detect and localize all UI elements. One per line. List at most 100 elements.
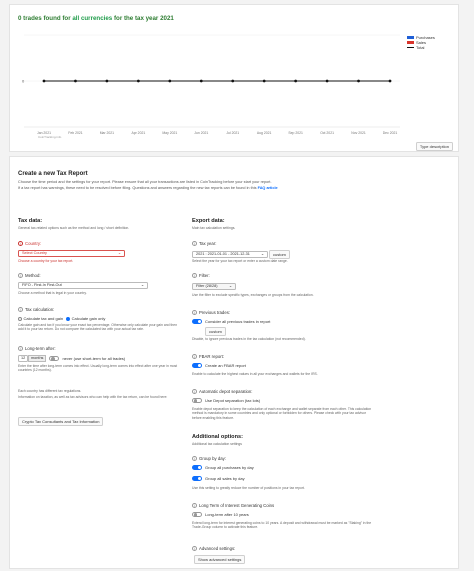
info-icon[interactable]: i	[18, 307, 23, 313]
fbar-toggle[interactable]	[192, 363, 202, 368]
faq-link[interactable]: FAQ article	[258, 186, 278, 190]
tax-calc-label: i Tax calculation:	[18, 307, 54, 313]
x-tick-label: Jul 2021	[226, 131, 239, 135]
depot-separation-toggle[interactable]	[192, 398, 202, 404]
info-icon[interactable]: i	[192, 273, 197, 279]
chart-legend[interactable]: Purchases Sales Total	[407, 35, 435, 50]
form-intro-1: Choose the time period and the settings …	[18, 180, 272, 184]
form-title: Create a new Tax Report	[18, 171, 88, 177]
additional-options-heading: Additional options:	[192, 434, 243, 440]
group-sales-toggle[interactable]	[192, 476, 202, 481]
chart-watermark: CoinTracking.info	[38, 135, 62, 139]
tax-data-heading: Tax data:	[18, 218, 43, 224]
info-icon[interactable]: i	[18, 273, 23, 279]
export-data-heading: Export data:	[192, 218, 225, 224]
depot-separation-help: Enable depot separation to keep the calc…	[192, 407, 372, 420]
country-help: Choose a country for your tax report.	[18, 259, 74, 263]
info-icon[interactable]: i	[192, 354, 197, 360]
filter-label: i Filter:	[192, 273, 210, 279]
additional-options-sub: Additional tax calculation settings	[192, 442, 242, 446]
data-point-total	[199, 79, 203, 83]
months-addon: months	[28, 355, 47, 362]
previous-trades-controls: Consider all previous trades in report	[192, 319, 270, 324]
data-point-total	[325, 79, 329, 83]
x-tick-label: Oct 2021	[320, 131, 334, 135]
sales-swatch	[407, 41, 414, 44]
chevron-down-icon: ⌄	[228, 284, 232, 289]
tax-year-custom-button[interactable]: custom	[269, 250, 290, 259]
legend-item-total[interactable]: Total	[407, 45, 435, 50]
info-icon[interactable]: i	[18, 241, 23, 247]
advanced-settings-label: i Advanced settings:	[192, 546, 235, 552]
tax-year-select[interactable]: 2021 : 2021-01-01 - 2021-12-31 ⌄	[192, 251, 268, 258]
longterm-label: i Long-term after:	[18, 346, 56, 352]
x-tick-label: Apr 2021	[131, 131, 145, 135]
tax-consultants-button[interactable]: Crypto Tax Consultants and Tax Informati…	[18, 417, 104, 426]
x-tick-label: Aug 2021	[257, 131, 272, 135]
group-purchases-controls: Group all purchases by day	[192, 465, 254, 470]
never-longterm-toggle[interactable]	[49, 356, 60, 362]
x-tick-label: Nov 2021	[351, 131, 366, 135]
previous-trades-label: i Previous trades:	[192, 310, 230, 316]
group-by-day-label: i Group by day:	[192, 456, 226, 462]
longterm-coins-label: i Long Term of Interest Generating Coins	[192, 503, 274, 509]
data-point-total	[42, 79, 46, 83]
method-help: Choose a method that is legal in your co…	[18, 291, 87, 295]
longterm-coins-toggle[interactable]	[192, 512, 202, 518]
previous-trades-toggle[interactable]	[192, 319, 202, 324]
method-select[interactable]: FIFO - First-In First-Out ⌄	[18, 282, 148, 289]
tax-calc-help: Calculate gain and tax if you know your …	[18, 323, 178, 332]
x-tick-label: Feb 2021	[68, 131, 82, 135]
line-chart: 0Jan 2021 Feb 2021 Mar 2021 Apr 2021 May 202…	[22, 34, 400, 139]
info-icon[interactable]: i	[192, 503, 197, 509]
previous-trades-help: Disable, to ignore previous trades in th…	[192, 337, 306, 341]
data-point-total	[231, 79, 235, 83]
x-tick-label: Dec 2021	[383, 131, 398, 135]
x-tick-label: Jun 2021	[194, 131, 208, 135]
tax-report-form-card: Create a new Tax Report Choose the time …	[9, 156, 459, 569]
trades-chart-card: 0 trades found for all currencies for th…	[9, 4, 459, 152]
purchases-swatch	[407, 36, 414, 39]
chevron-down-icon: ⌄	[260, 252, 264, 257]
previous-trades-custom-button[interactable]: custom	[205, 327, 226, 336]
info-icon[interactable]: i	[192, 241, 197, 247]
country-note-1: Each country has different tax regulatio…	[18, 389, 82, 393]
info-icon[interactable]: i	[192, 310, 197, 316]
x-tick-label: May 2021	[162, 131, 177, 135]
x-tick-label: Sep 2021	[288, 131, 303, 135]
data-point-total	[136, 79, 140, 83]
fbar-help: Enable to calculate the highest values i…	[192, 372, 318, 376]
data-point-total	[168, 79, 172, 83]
longterm-coins-controls: Long-term after 10 years	[192, 512, 249, 518]
filter-button[interactable]: Filter (28/28) ⌄	[192, 283, 236, 290]
data-point-total	[262, 79, 266, 83]
longterm-controls: 12 months never (use short-term for all …	[18, 355, 125, 362]
fbar-label: i FBAR report:	[192, 354, 224, 360]
tax-data-sub: General tax-related options such as the …	[18, 226, 130, 230]
calc-tax-and-gain-radio[interactable]	[18, 316, 22, 321]
total-swatch	[407, 47, 414, 48]
longterm-months-input[interactable]: 12	[18, 355, 28, 362]
show-advanced-settings-button[interactable]: Show advanced settings	[194, 555, 246, 564]
data-point-total	[105, 79, 109, 83]
chevron-down-icon: ⌄	[117, 251, 121, 256]
type-description-button[interactable]: Type description	[415, 142, 453, 151]
info-icon[interactable]: i	[192, 456, 197, 462]
info-icon[interactable]: i	[192, 389, 197, 395]
tax-calc-options: Calculate tax and gain Calculate gain on…	[18, 316, 105, 321]
country-select[interactable]: Select Country ⌄	[18, 250, 125, 257]
group-by-day-help: Use this setting to greatly reduce the n…	[192, 486, 305, 490]
calc-gain-only-radio[interactable]	[66, 316, 71, 321]
data-point-total	[357, 79, 360, 83]
group-purchases-toggle[interactable]	[192, 465, 202, 470]
country-note-2: Information on taxation, as well as tax …	[18, 395, 168, 399]
info-icon[interactable]: i	[18, 346, 23, 352]
tax-year-controls: 2021 : 2021-01-01 - 2021-12-31 ⌄ custom	[192, 250, 290, 259]
form-intro-2: If a tax report has warnings, these need…	[18, 186, 278, 190]
depot-separation-controls: Use Depot separation (tax lots)	[192, 398, 260, 404]
tax-year-label: i Tax year:	[192, 241, 216, 247]
export-data-sub: Main tax calculation settings.	[192, 226, 236, 230]
group-sales-controls: Group all sales by day	[192, 476, 245, 481]
chevron-down-icon: ⌄	[140, 283, 144, 288]
info-icon[interactable]: i	[192, 546, 197, 552]
